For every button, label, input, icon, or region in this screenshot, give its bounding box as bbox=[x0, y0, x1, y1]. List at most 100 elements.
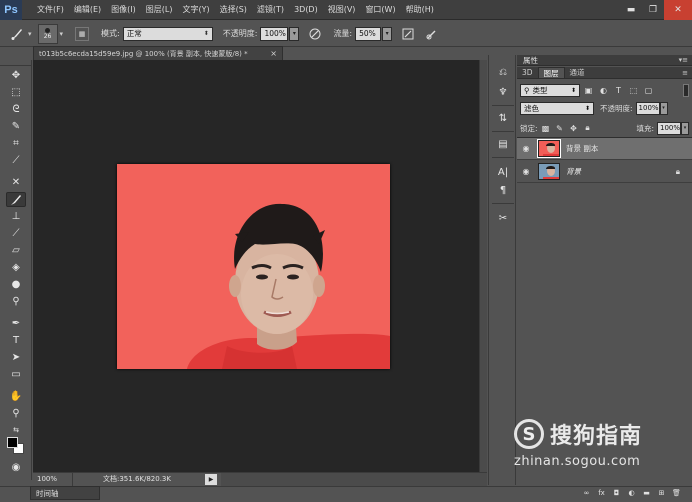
eye-icon[interactable]: ◉ bbox=[517, 167, 535, 176]
blend-mode-select[interactable]: 滤色 ⬍ bbox=[520, 101, 594, 115]
properties-panel-header[interactable]: 属性 ▾≡ bbox=[517, 55, 692, 66]
airbrush-icon[interactable] bbox=[400, 26, 416, 42]
pen-tool-icon[interactable]: ✒ bbox=[6, 316, 26, 331]
tool-presets-icon[interactable]: ✂ bbox=[495, 211, 511, 225]
menu-3d[interactable]: 3D(D) bbox=[289, 0, 323, 20]
history-panel-icon[interactable]: ⎌ bbox=[495, 65, 511, 79]
healing-brush-tool-icon[interactable]: ✕ bbox=[6, 175, 26, 190]
flow-slider-button[interactable]: ▾ bbox=[382, 26, 393, 41]
menu-view[interactable]: 视图(V) bbox=[323, 0, 361, 20]
brush-preset-caret-icon[interactable]: ▾ bbox=[60, 30, 64, 38]
move-tool-icon[interactable]: ✥ bbox=[6, 68, 26, 83]
marquee-tool-icon[interactable]: ⬚ bbox=[6, 85, 26, 100]
filter-toggle-switch[interactable] bbox=[683, 83, 689, 97]
menu-type[interactable]: 文字(Y) bbox=[177, 0, 214, 20]
layers-panel-menu-icon[interactable]: ≡ bbox=[682, 69, 688, 77]
path-selection-tool-icon[interactable]: ➤ bbox=[6, 350, 26, 365]
portrait-photo[interactable] bbox=[117, 164, 390, 369]
status-menu-arrow-icon[interactable]: ▶ bbox=[205, 473, 217, 485]
crop-tool-icon[interactable]: ⌗ bbox=[6, 136, 26, 151]
new-group-icon[interactable]: ▬ bbox=[639, 487, 654, 499]
lasso-tool-icon[interactable]: ᘓ bbox=[6, 102, 26, 117]
swap-colors-icon[interactable]: ⇆ bbox=[6, 422, 26, 437]
document-tab[interactable]: t013b5c6ecda15d59e9.jpg @ 100% (背景 副本, 快… bbox=[33, 46, 283, 60]
smart-object-filter-icon[interactable]: ▢ bbox=[642, 84, 655, 97]
history-brush-tool-icon[interactable]: ⟋ bbox=[6, 226, 26, 241]
brush-tool-icon[interactable] bbox=[6, 25, 28, 43]
restore-button[interactable]: ❐ bbox=[642, 0, 664, 20]
character-panel-icon[interactable]: A| bbox=[495, 165, 511, 179]
tab-layers[interactable]: 图层 bbox=[537, 67, 565, 78]
fill-input[interactable]: 100% bbox=[657, 121, 681, 135]
add-mask-icon[interactable]: ◘ bbox=[609, 487, 624, 499]
paragraph-panel-icon[interactable]: ¶ bbox=[495, 183, 511, 197]
zoom-tool-icon[interactable]: ⚲ bbox=[6, 406, 26, 421]
tool-preset-caret-icon[interactable]: ▾ bbox=[28, 30, 32, 38]
hand-tool-icon[interactable]: ✋ bbox=[6, 389, 26, 404]
quick-selection-tool-icon[interactable]: ✎ bbox=[6, 119, 26, 134]
brush-presets-icon[interactable]: ♆ bbox=[495, 85, 511, 99]
menu-file[interactable]: 文件(F) bbox=[32, 0, 69, 20]
opacity-slider-button[interactable]: ▾ bbox=[289, 26, 300, 41]
mode-select[interactable]: 正常 ⬍ bbox=[122, 26, 213, 41]
adjustments-panel-icon[interactable]: ⇅ bbox=[495, 111, 511, 125]
menu-filter[interactable]: 滤镜(T) bbox=[252, 0, 289, 20]
swatches-panel-icon[interactable]: ▤ bbox=[495, 137, 511, 151]
timeline-tab[interactable]: 时间轴 bbox=[30, 486, 100, 500]
brush-panel-toggle-icon[interactable]: ▦ bbox=[75, 26, 90, 41]
pressure-opacity-icon[interactable] bbox=[307, 26, 323, 42]
eye-icon[interactable]: ◉ bbox=[517, 144, 535, 153]
pressure-size-icon[interactable] bbox=[424, 26, 440, 42]
rectangle-tool-icon[interactable]: ▭ bbox=[6, 367, 26, 382]
type-tool-icon[interactable]: T bbox=[6, 333, 26, 348]
minimize-button[interactable]: ▬ bbox=[620, 0, 642, 20]
new-adjustment-layer-icon[interactable]: ◐ bbox=[624, 487, 639, 499]
brush-preset-picker[interactable]: 26 bbox=[37, 23, 58, 44]
quick-mask-icon[interactable]: ◉ bbox=[6, 460, 26, 475]
layer-row-background[interactable]: ◉ 背景 🔒︎ bbox=[517, 161, 692, 183]
menu-edit[interactable]: 编辑(E) bbox=[69, 0, 106, 20]
menu-window[interactable]: 窗口(W) bbox=[360, 0, 400, 20]
link-layers-icon[interactable]: ∞ bbox=[579, 487, 594, 499]
close-document-icon[interactable]: × bbox=[270, 49, 277, 58]
lock-transparent-pixels-icon[interactable]: ▩ bbox=[540, 122, 552, 134]
menu-help[interactable]: 帮助(H) bbox=[401, 0, 439, 20]
eraser-tool-icon[interactable]: ▱ bbox=[6, 243, 26, 258]
fill-slider-button[interactable]: ▾ bbox=[681, 121, 689, 135]
shape-filter-icon[interactable]: ⬚ bbox=[627, 84, 640, 97]
lock-all-icon[interactable]: 🔒︎ bbox=[582, 122, 594, 134]
layer-row-background-copy[interactable]: ◉ 背景 副本 bbox=[517, 138, 692, 160]
menu-layer[interactable]: 图层(L) bbox=[141, 0, 178, 20]
layer-opacity-slider-button[interactable]: ▾ bbox=[659, 101, 668, 115]
eyedropper-tool-icon[interactable]: ⟋ bbox=[6, 153, 26, 168]
brush-tool-button-icon[interactable] bbox=[6, 192, 26, 207]
flow-input[interactable]: 50% bbox=[355, 26, 382, 41]
panel-menu-icon[interactable]: ▾≡ bbox=[679, 56, 688, 64]
blur-tool-icon[interactable]: ● bbox=[6, 277, 26, 292]
vertical-scrollbar[interactable] bbox=[479, 60, 487, 472]
canvas-workspace[interactable] bbox=[33, 60, 479, 472]
tab-channels[interactable]: 通道 bbox=[565, 67, 590, 78]
adjustment-filter-icon[interactable]: ◐ bbox=[597, 84, 610, 97]
pixel-filter-icon[interactable]: ▣ bbox=[582, 84, 595, 97]
tab-3d[interactable]: 3D bbox=[517, 67, 538, 78]
lock-position-icon[interactable]: ✥ bbox=[568, 122, 580, 134]
paint-bucket-tool-icon[interactable]: ◈ bbox=[6, 260, 26, 275]
zoom-level-field[interactable]: 100% bbox=[33, 472, 73, 486]
clone-stamp-tool-icon[interactable]: ⊥ bbox=[6, 209, 26, 224]
layer-opacity-input[interactable]: 100% bbox=[635, 101, 660, 115]
lock-image-pixels-icon[interactable]: ✎ bbox=[554, 122, 566, 134]
menu-select[interactable]: 选择(S) bbox=[215, 0, 252, 20]
dodge-tool-icon[interactable]: ⚲ bbox=[6, 294, 26, 309]
toolbar-grip[interactable] bbox=[0, 60, 31, 66]
new-layer-icon[interactable]: ⊞ bbox=[654, 487, 669, 499]
close-button[interactable]: ✕ bbox=[664, 0, 692, 20]
delete-layer-icon[interactable]: 🗑︎ bbox=[669, 487, 684, 499]
opacity-input[interactable]: 100% bbox=[260, 26, 289, 41]
type-filter-icon[interactable]: T bbox=[612, 84, 625, 97]
layer-style-icon[interactable]: fx bbox=[594, 487, 609, 499]
menu-image[interactable]: 图像(I) bbox=[106, 0, 141, 20]
layer-filter-select[interactable]: ⚲ 类型 ⬍ bbox=[520, 83, 580, 97]
foreground-color-swatch[interactable] bbox=[7, 437, 18, 448]
horizontal-scrollbar[interactable] bbox=[221, 472, 487, 486]
